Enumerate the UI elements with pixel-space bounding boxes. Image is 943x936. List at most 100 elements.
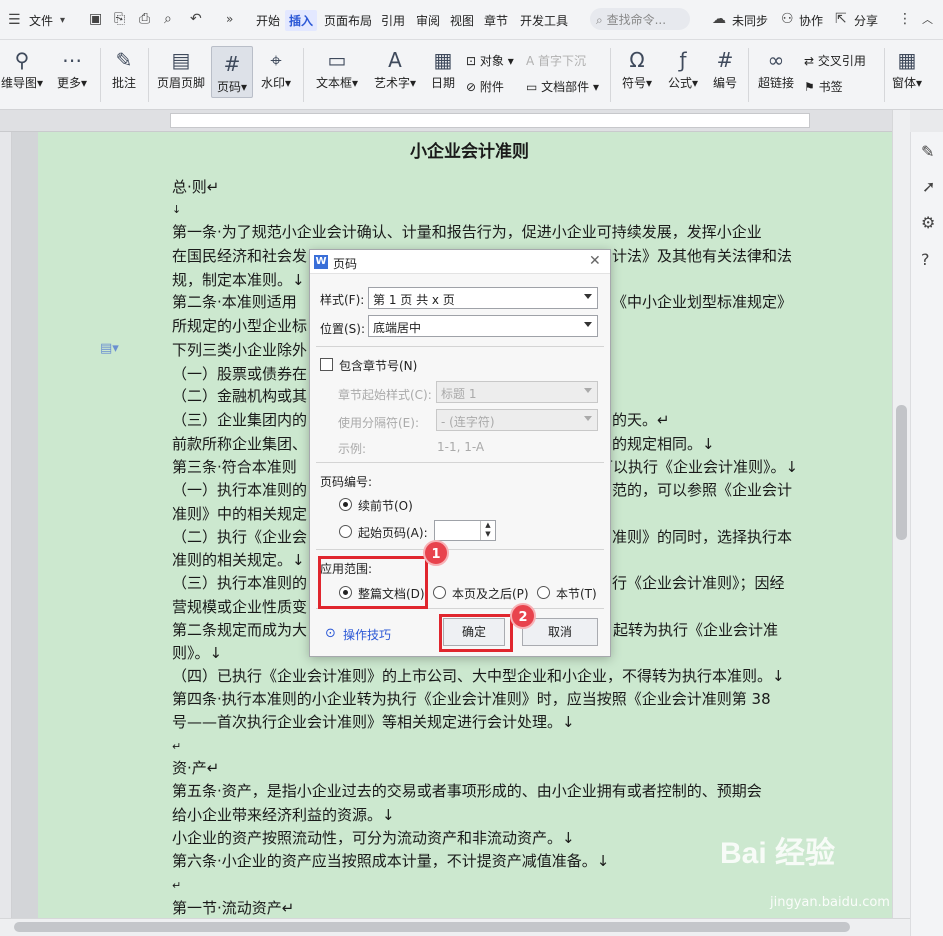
tab-insert[interactable]: 插入: [285, 10, 318, 31]
page-number-icon: #: [223, 52, 241, 76]
symbol-button[interactable]: Ω 符号▾: [618, 46, 656, 91]
doc-line: 计法》及其他有关法律和法: [612, 247, 793, 265]
chapter-style-select[interactable]: 标题 1: [436, 381, 598, 403]
doc-line: 的天。↵: [612, 411, 670, 429]
vertical-ruler[interactable]: [0, 132, 12, 922]
style-select[interactable]: 第 1 页 共 x 页: [368, 287, 598, 309]
doc-line: 小企业的资产按照流动性，可分为流动资产和非流动资产。↓: [172, 829, 575, 847]
watermark-button[interactable]: ⌖ 水印▾: [257, 46, 295, 91]
object-button[interactable]: ⊡ 对象 ▾: [466, 52, 514, 69]
share-icon: ⇱: [835, 11, 847, 27]
more-button[interactable]: ⋯ 更多▾: [52, 46, 92, 91]
undo-icon[interactable]: ↶: [190, 12, 202, 26]
textbox-button[interactable]: ▭ 文本框▾: [314, 46, 360, 91]
continue-label: 续前节(O): [358, 499, 413, 513]
paperclip-icon: ⊘: [466, 80, 477, 94]
help-icon[interactable]: ?: [921, 252, 930, 268]
menu-file[interactable]: 文件: [29, 12, 53, 29]
scope-after-radio[interactable]: [433, 586, 446, 599]
doc-line: 准则》中的相关规定: [172, 505, 308, 523]
numbering-button[interactable]: # 编号: [710, 46, 740, 91]
tab-developer[interactable]: 开发工具: [520, 12, 568, 29]
pointer-icon[interactable]: ➚: [922, 179, 935, 195]
tab-view[interactable]: 视图: [450, 12, 474, 29]
attachment-button[interactable]: ⊘ 附件: [466, 78, 504, 95]
calendar-icon: ▦: [433, 48, 453, 72]
doc-line: 号——首次执行企业会计准则》等相关规定进行会计处理。↓: [172, 713, 575, 731]
doc-line: 第一条·为了规范小企业会计确认、计量和报告行为，促进小企业可持续发展，发挥小企业: [172, 223, 762, 241]
mindmap-button[interactable]: ⚲ 维导图▾: [0, 46, 44, 91]
save-icon[interactable]: ▣: [89, 12, 102, 26]
baidu-watermark: Bai 经验: [720, 837, 836, 870]
tab-references[interactable]: 引用: [381, 12, 405, 29]
bookmark-button[interactable]: ⚑ 书签: [804, 78, 843, 95]
watermark-url: jingyan.baidu.com: [770, 895, 890, 910]
paragraph-marker-icon[interactable]: ▤▾: [100, 342, 119, 356]
start-at-radio[interactable]: [339, 525, 352, 538]
tips-icon[interactable]: ⊙: [325, 626, 336, 641]
continue-radio[interactable]: [339, 498, 352, 511]
close-icon[interactable]: ✕: [589, 253, 601, 269]
include-chapter-label: 包含章节号(N): [339, 359, 418, 373]
docpart-icon: ▭: [526, 80, 538, 94]
search-icon: ⌕: [596, 13, 603, 27]
doc-line: 营规模或企业性质变: [172, 598, 308, 616]
sync-status[interactable]: 未同步: [732, 12, 768, 29]
settings-sliders-icon[interactable]: ⚙: [921, 215, 935, 231]
collapse-ribbon-icon[interactable]: ︿: [922, 13, 933, 27]
formula-button[interactable]: ƒ 公式▾: [664, 46, 702, 91]
collab-icon: ⚇: [781, 11, 794, 27]
more-chevron-icon[interactable]: »: [226, 12, 233, 26]
horizontal-ruler[interactable]: [0, 110, 910, 132]
scope-after-label: 本页及之后(P): [452, 587, 529, 601]
comment-button[interactable]: ✎ 批注: [106, 46, 142, 91]
tips-link[interactable]: 操作技巧: [343, 626, 391, 643]
mindmap-icon: ⚲: [14, 48, 30, 72]
dropcap-button[interactable]: A 首字下沉: [526, 52, 586, 69]
hamburger-icon[interactable]: ☰: [8, 13, 21, 27]
hyperlink-button[interactable]: ∞ 超链接: [754, 46, 798, 91]
chevron-down-icon[interactable]: ▾: [60, 14, 65, 28]
stepper-arrows-icon[interactable]: ▲ ▼: [480, 521, 495, 540]
textbox-icon: ▭: [327, 48, 347, 72]
divider: [316, 346, 604, 347]
print-preview-icon[interactable]: ⌕: [164, 12, 172, 26]
header-footer-button[interactable]: ▤ 页眉页脚: [155, 46, 207, 91]
tab-review[interactable]: 审阅: [416, 12, 440, 29]
doc-line: 范的，可以参照《企业会计: [612, 481, 793, 499]
vertical-scroll-thumb[interactable]: [896, 405, 907, 540]
tab-page-layout[interactable]: 页面布局: [324, 12, 372, 29]
doc-line: ↵: [172, 879, 182, 892]
collab-button[interactable]: 协作: [799, 12, 823, 29]
divider: [148, 48, 149, 102]
date-button[interactable]: ▦ 日期: [428, 46, 458, 91]
position-label: 位置(S):: [320, 322, 366, 336]
tab-section[interactable]: 章节: [484, 12, 508, 29]
doc-line: 准则的相关规定。↓: [172, 551, 305, 569]
formula-icon: ƒ: [679, 48, 687, 72]
format-painter-icon[interactable]: ⎘: [114, 12, 125, 26]
share-button[interactable]: 分享: [854, 12, 878, 29]
horizontal-scroll-thumb[interactable]: [14, 922, 850, 932]
more-options-icon[interactable]: ⋮: [898, 12, 912, 26]
separator-select[interactable]: - (连字符): [436, 409, 598, 431]
doc-line: 第二条·本准则适用: [172, 293, 297, 311]
page-number-button[interactable]: # 页码▾: [211, 46, 253, 98]
print-icon[interactable]: ⎙: [139, 12, 150, 26]
pen-icon[interactable]: ✎: [921, 144, 934, 160]
search-input[interactable]: ⌕ 查找命令...: [590, 8, 690, 30]
doc-line: 给小企业带来经济利益的资源。↓: [172, 806, 395, 824]
position-select[interactable]: 底端居中: [368, 315, 598, 337]
docpart-button[interactable]: ▭ 文档部件 ▾: [526, 78, 599, 95]
dialog-title: 页码: [333, 257, 358, 271]
crossref-button[interactable]: ⇄ 交叉引用: [804, 52, 866, 69]
divider: [884, 48, 885, 102]
include-chapter-checkbox[interactable]: [320, 358, 333, 371]
window-button[interactable]: ▦ 窗体▾: [888, 46, 926, 91]
object-icon: ⊡: [466, 54, 477, 68]
doc-line: 的规定相同。↓: [612, 435, 715, 453]
cloud-icon: ☁: [712, 11, 726, 27]
tab-home[interactable]: 开始: [256, 12, 280, 29]
wordart-button[interactable]: A 艺术字▾: [370, 46, 420, 91]
scope-section-radio[interactable]: [537, 586, 550, 599]
